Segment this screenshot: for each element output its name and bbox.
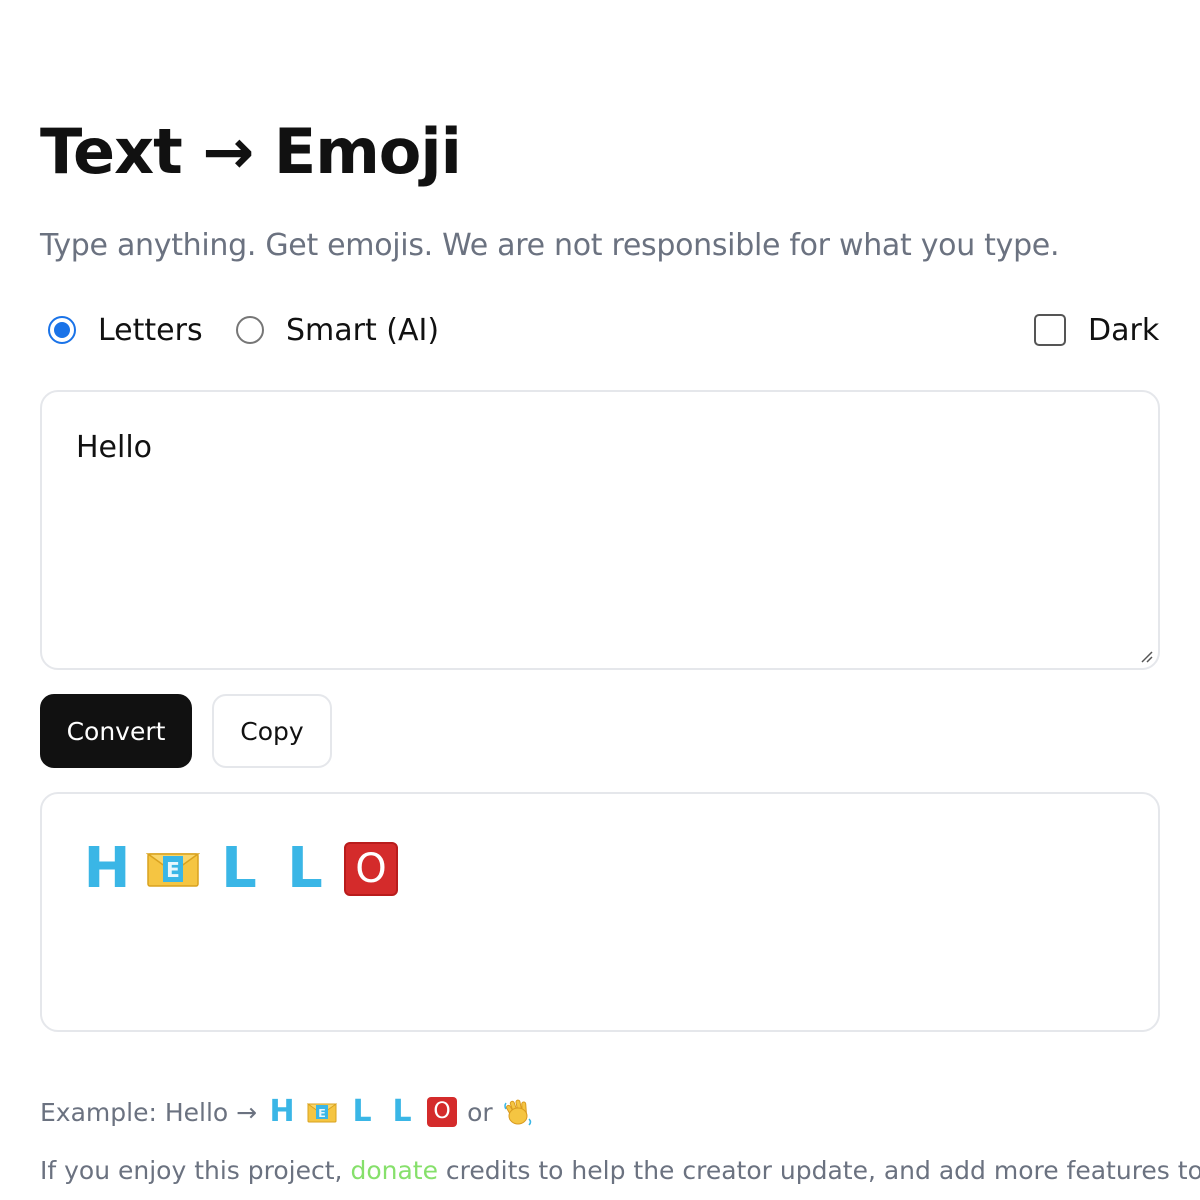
radio-unchecked-icon[interactable]: [236, 316, 264, 344]
mode-letters-label: Letters: [98, 312, 203, 348]
mode-smart-ai-radio[interactable]: Smart (AI): [236, 308, 439, 352]
letter-l-icon: L: [392, 1094, 412, 1129]
text-input[interactable]: Hello: [40, 390, 1160, 670]
page: Text → Emoji Type anything. Get emojis. …: [0, 0, 1200, 1200]
example-line: Example: Hello → H E L L O or: [40, 1092, 533, 1132]
o-button-icon: O: [427, 1097, 458, 1127]
dark-mode-toggle[interactable]: Dark: [1034, 308, 1159, 352]
letter-h-icon: H: [83, 836, 131, 901]
emoji-output-row: H E L L O: [80, 836, 410, 901]
donate-note: If you enjoy this project, donate credit…: [40, 1152, 1200, 1190]
resize-handle-icon[interactable]: [1138, 648, 1154, 664]
note-before: If you enjoy this project,: [40, 1156, 343, 1185]
waving-hand-icon: [503, 1097, 533, 1127]
copy-button[interactable]: Copy: [212, 694, 332, 768]
svg-text:E: E: [166, 858, 180, 882]
letter-l-icon: L: [221, 836, 257, 901]
text-input-value: Hello: [76, 430, 153, 465]
emoji-output: H E L L O: [40, 792, 1160, 1032]
svg-text:E: E: [318, 1107, 326, 1120]
mode-options: Letters Smart (AI) Dark: [48, 308, 1160, 352]
mode-smart-ai-label: Smart (AI): [286, 312, 440, 348]
note-after: credits to help the creator update, and …: [445, 1156, 1200, 1185]
page-subtitle: Type anything. Get emojis. We are not re…: [40, 228, 1060, 263]
envelope-e-icon: E: [306, 1097, 338, 1127]
donate-link[interactable]: donate: [350, 1156, 438, 1185]
example-prefix: Example: Hello →: [40, 1097, 258, 1127]
checkbox-icon[interactable]: [1034, 314, 1066, 346]
envelope-e-icon: E: [145, 842, 201, 896]
letter-l-icon: L: [287, 836, 323, 901]
letter-l-icon: L: [352, 1094, 372, 1129]
dark-mode-label: Dark: [1088, 312, 1160, 348]
page-title: Text → Emoji: [40, 115, 462, 188]
convert-button[interactable]: Convert: [40, 694, 192, 768]
o-button-icon: O: [344, 842, 398, 896]
letter-h-icon: H: [269, 1094, 295, 1129]
radio-checked-icon[interactable]: [48, 316, 76, 344]
example-or: or: [467, 1097, 493, 1127]
mode-letters-radio[interactable]: Letters: [48, 308, 203, 352]
